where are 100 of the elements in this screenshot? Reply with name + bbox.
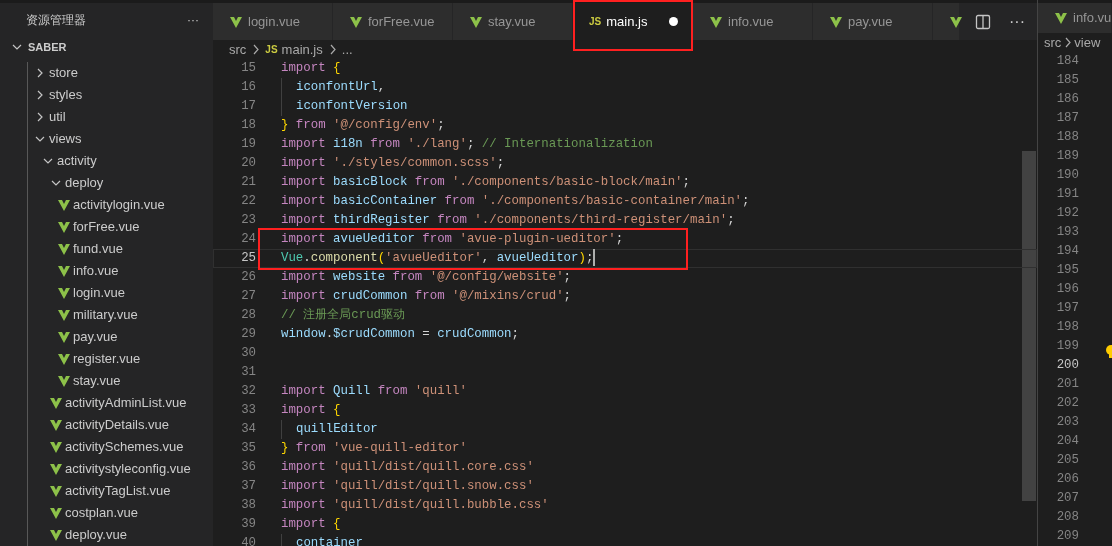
code-line: // 注册全局crud驱动 [281, 307, 406, 324]
file-item[interactable]: register.vue [0, 348, 213, 370]
vue-file-icon [49, 528, 63, 542]
code-line: Vue.component('avueUeditor', avueUeditor); [281, 249, 596, 268]
line-number: 30 [240, 345, 256, 362]
line-number: 32 [240, 383, 256, 400]
code-line: import { [281, 516, 341, 533]
file-item[interactable]: activityAdminList.vue [0, 392, 213, 414]
line-number: 203 [1055, 414, 1079, 431]
folder-item[interactable]: util [0, 106, 213, 128]
breadcrumb-item[interactable]: main.js [281, 39, 323, 60]
vue-file-icon [49, 484, 63, 498]
code-line: iconfontVersion [281, 97, 408, 116]
file-item[interactable]: info.vue [0, 260, 213, 282]
line-number: 22 [240, 193, 256, 210]
line-number: 204 [1055, 433, 1079, 450]
vue-file-icon [57, 308, 71, 322]
line-number: 194 [1055, 243, 1079, 260]
line-number: 189 [1055, 148, 1079, 165]
code-line: import './styles/common.scss'; [281, 155, 505, 172]
line-number: 190 [1055, 167, 1079, 184]
breadcrumb-item[interactable]: src [1044, 32, 1062, 53]
editor-tab[interactable]: login.vue [213, 3, 333, 40]
line-number: 36 [240, 459, 256, 476]
file-item[interactable]: forFree.vue [0, 216, 213, 238]
file-item[interactable]: fund.vue [0, 238, 213, 260]
vue-file-icon [49, 506, 63, 520]
code-line: import i18n from './lang'; // Internationalization [281, 136, 653, 153]
line-number: 200 [1055, 357, 1079, 374]
line-number: 23 [240, 212, 256, 229]
editor-tab[interactable] [933, 3, 960, 40]
line-number: 196 [1055, 281, 1079, 298]
folder-item[interactable]: activity [0, 150, 213, 172]
vue-file-icon [469, 14, 483, 29]
code-line: import { [281, 60, 341, 77]
editor-tab[interactable]: JS main.js [573, 3, 693, 40]
js-file-icon: JS [589, 14, 602, 29]
editor-tab[interactable]: info.vu [1038, 3, 1112, 33]
vue-file-icon [57, 374, 71, 388]
file-item[interactable]: login.vue [0, 282, 213, 304]
code-line: } from 'vue-quill-editor' [281, 440, 467, 457]
folder-item[interactable]: views [0, 128, 213, 150]
breadcrumb-item[interactable]: src [229, 39, 247, 60]
line-number: 19 [240, 136, 256, 153]
js-file-icon: JS [265, 42, 278, 57]
code-line: iconfontUrl, [281, 78, 386, 97]
line-number: 188 [1055, 129, 1079, 146]
line-number: 37 [240, 478, 256, 495]
file-item[interactable]: activitylogin.vue [0, 194, 213, 216]
vue-file-icon [709, 14, 723, 29]
code-line: quillEditor [281, 420, 378, 439]
line-number: 206 [1055, 471, 1079, 488]
code-line: import website from '@/config/website'; [281, 269, 572, 286]
folder-item[interactable]: deploy [0, 172, 213, 194]
editor-tab[interactable]: info.vue [693, 3, 813, 40]
editor-tab[interactable]: stay.vue [453, 3, 573, 40]
line-number: 198 [1055, 319, 1079, 336]
line-number: 185 [1055, 72, 1079, 89]
line-number: 17 [240, 98, 256, 115]
scrollbar-thumb[interactable] [1022, 151, 1036, 501]
line-number: 24 [240, 231, 256, 248]
more-actions-button[interactable]: ··· [1009, 9, 1025, 34]
more-actions-button[interactable]: ··· [187, 10, 199, 29]
file-item[interactable]: activitySchemes.vue [0, 436, 213, 458]
line-number: 191 [1055, 186, 1079, 203]
line-number: 205 [1055, 452, 1079, 469]
breadcrumb-item[interactable]: ... [341, 39, 353, 60]
editor-tab[interactable]: pay.vue [813, 3, 933, 40]
file-item[interactable]: activityDetails.vue [0, 414, 213, 436]
file-item[interactable]: military.vue [0, 304, 213, 326]
file-item[interactable]: pay.vue [0, 326, 213, 348]
vue-file-icon [229, 14, 243, 29]
explorer-title: 资源管理器 [26, 11, 86, 29]
file-item[interactable]: activityTagList.vue [0, 480, 213, 502]
line-number: 31 [240, 364, 256, 381]
file-item[interactable]: costplan.vue [0, 502, 213, 524]
breadcrumb-item[interactable]: view [1074, 32, 1101, 53]
vue-file-icon [57, 330, 71, 344]
vue-file-icon [49, 440, 63, 454]
line-number: 186 [1055, 91, 1079, 108]
folder-item[interactable]: store [0, 62, 213, 84]
editor-tab[interactable]: forFree.vue [333, 3, 453, 40]
line-number: 15 [240, 60, 256, 77]
line-number: 192 [1055, 205, 1079, 222]
file-item[interactable]: deploy.vue [0, 524, 213, 546]
file-item[interactable]: stay.vue [0, 370, 213, 392]
vue-file-icon [57, 264, 71, 278]
code-line: import 'quill/dist/quill.bubble.css' [281, 497, 549, 514]
line-number: 20 [240, 155, 256, 172]
code-line: } from '@/config/env'; [281, 117, 445, 134]
code-line: window.$crudCommon = crudCommon; [281, 326, 519, 343]
file-item[interactable]: activitystyleconfig.vue [0, 458, 213, 480]
line-number: 207 [1055, 490, 1079, 507]
line-number: 202 [1055, 395, 1079, 412]
code-line: import crudCommon from '@/mixins/crud'; [281, 288, 572, 305]
vue-file-icon [49, 462, 63, 476]
line-number: 199 [1055, 338, 1079, 355]
workspace-folder[interactable]: SABER [0, 36, 213, 58]
code-line: container [281, 534, 363, 546]
folder-item[interactable]: styles [0, 84, 213, 106]
